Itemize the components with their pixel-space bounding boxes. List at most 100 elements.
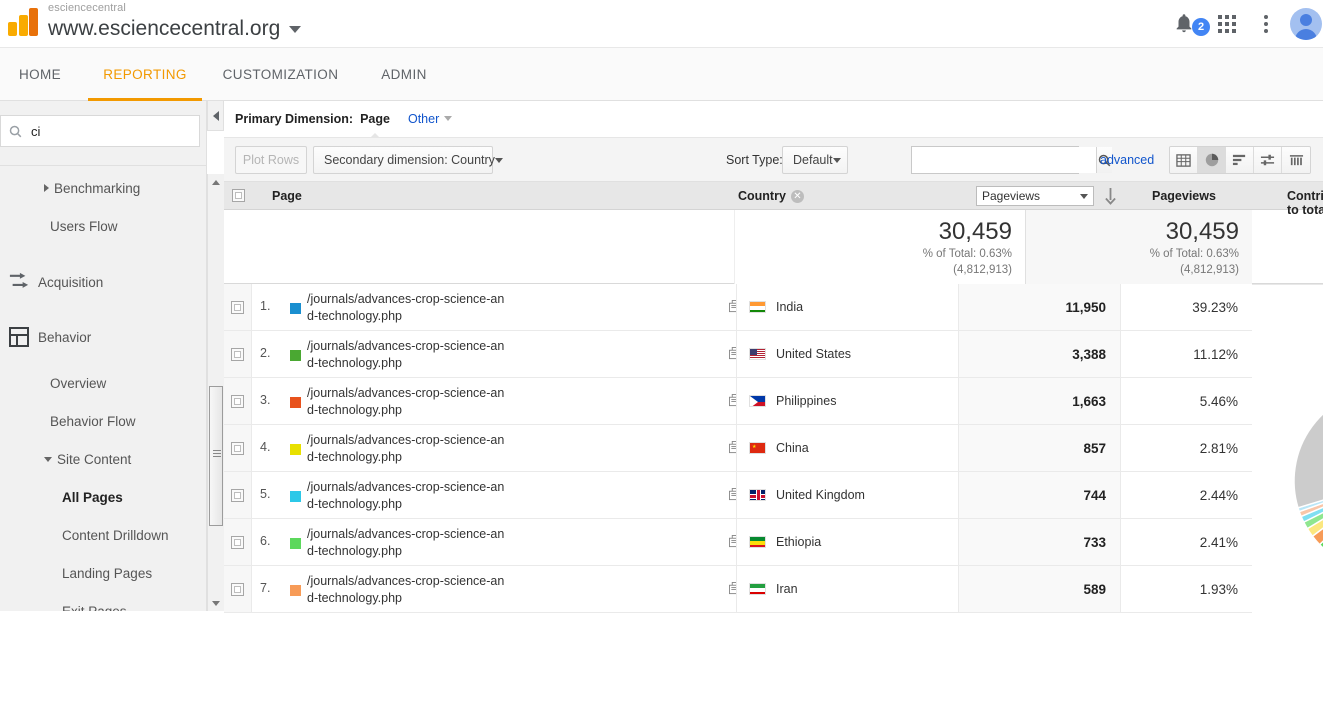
chevron-down-icon — [212, 600, 220, 606]
column-header-country[interactable]: Country — [738, 189, 786, 203]
row-color-swatch — [290, 397, 301, 408]
table-row[interactable]: 6. /journals/advances-crop-science-and-t… — [224, 519, 1323, 566]
tab-customization[interactable]: CUSTOMIZATION — [210, 48, 351, 101]
scrollbar-down-button[interactable] — [208, 595, 224, 611]
sidebar-item-landing-pages[interactable]: Landing Pages — [0, 554, 199, 592]
row-country-cell: United States — [736, 331, 958, 377]
row-pageviews: 857 — [958, 425, 1120, 471]
account-name: esciencecentral — [48, 2, 126, 14]
pie-chart[interactable]: 39.2%11.1%30% — [1286, 381, 1323, 581]
row-page-link[interactable]: /journals/advances-crop-science-and-tech… — [307, 385, 507, 419]
row-checkbox[interactable] — [224, 284, 252, 330]
row-checkbox[interactable] — [224, 519, 252, 565]
sidebar-item-benchmarking[interactable]: Benchmarking — [0, 169, 199, 207]
sidebar-item-benchmarking-label: Benchmarking — [54, 180, 141, 196]
table-view-button[interactable] — [1170, 147, 1198, 173]
main-content: Primary Dimension: Page Other Plot Rows … — [224, 101, 1323, 712]
chevron-right-icon[interactable] — [44, 184, 49, 192]
sidebar-search[interactable] — [0, 115, 200, 147]
sidebar-item-content-drilldown[interactable]: Content Drilldown — [0, 516, 199, 554]
column-header-page[interactable]: Page — [272, 189, 302, 203]
table-search[interactable] — [911, 146, 1112, 174]
row-page-link[interactable]: /journals/advances-crop-science-and-tech… — [307, 573, 507, 607]
row-pageviews: 3,388 — [958, 331, 1120, 377]
sort-type-value: Default — [793, 153, 833, 167]
row-page-link[interactable]: /journals/advances-crop-science-and-tech… — [307, 338, 507, 372]
pie-slice[interactable] — [1293, 389, 1323, 509]
tab-admin[interactable]: ADMIN — [362, 48, 446, 101]
column-header-pageviews[interactable]: Pageviews — [1152, 189, 1216, 203]
table-row[interactable]: 1. /journals/advances-crop-science-and-t… — [224, 284, 1323, 331]
sidebar-item-site-content[interactable]: Site Content — [0, 440, 199, 478]
pie-chart-view-button[interactable] — [1198, 147, 1226, 173]
primary-dimension-other-label: Other — [407, 112, 440, 126]
sidebar-item-behavior-flow[interactable]: Behavior Flow — [0, 402, 199, 440]
sidebar-item-exit-pages[interactable]: Exit Pages — [0, 592, 199, 612]
select-all-checkbox[interactable] — [232, 189, 245, 205]
row-page-link[interactable]: /journals/advances-crop-science-and-tech… — [307, 291, 507, 325]
table-row[interactable]: 4. /journals/advances-crop-science-and-t… — [224, 425, 1323, 472]
row-index: 4. — [260, 440, 271, 454]
tab-home[interactable]: HOME — [0, 48, 80, 101]
row-page-link[interactable]: /journals/advances-crop-science-and-tech… — [307, 526, 507, 560]
user-account-button[interactable] — [1288, 0, 1323, 48]
row-index: 6. — [260, 534, 271, 548]
sidebar-search-input[interactable] — [29, 117, 179, 145]
table-search-input[interactable] — [912, 147, 1096, 173]
plot-rows-button[interactable]: Plot Rows — [235, 146, 307, 174]
row-checkbox[interactable] — [224, 378, 252, 424]
row-contribution: 11.12% — [1120, 331, 1252, 377]
comparison-view-button[interactable] — [1254, 147, 1282, 173]
sidebar-item-overview-label: Overview — [50, 375, 107, 391]
row-page-link[interactable]: /journals/advances-crop-science-and-tech… — [307, 479, 507, 513]
table-row[interactable]: 7. /journals/advances-crop-science-and-t… — [224, 566, 1323, 613]
row-checkbox[interactable] — [224, 425, 252, 471]
sidebar-item-users-flow[interactable]: Users Flow — [0, 207, 199, 245]
row-contribution: 5.46% — [1120, 378, 1252, 424]
row-checkbox[interactable] — [224, 472, 252, 518]
collapse-sidebar-button[interactable] — [207, 101, 224, 131]
property-name: www.esciencecentral.org — [48, 17, 281, 40]
remove-dimension-icon[interactable]: ✕ — [791, 190, 804, 203]
advanced-filter-link[interactable]: advanced — [1100, 153, 1154, 167]
summary-contribution-sitetotal: (4,812,913) — [1180, 264, 1239, 276]
chevron-down-icon[interactable] — [44, 456, 52, 462]
sidebar-item-users-flow-label: Users Flow — [50, 218, 118, 234]
table-row[interactable]: 3. /journals/advances-crop-science-and-t… — [224, 378, 1323, 425]
sort-type-label: Sort Type: — [726, 153, 783, 167]
sidebar-item-overview[interactable]: Overview — [0, 364, 199, 402]
google-analytics-logo-icon[interactable] — [8, 8, 40, 38]
row-page-link[interactable]: /journals/advances-crop-science-and-tech… — [307, 432, 507, 466]
tab-reporting[interactable]: REPORTING — [88, 48, 202, 101]
sort-type-button[interactable]: Default — [782, 146, 848, 174]
metric-select-value: Pageviews — [982, 189, 1041, 203]
row-checkbox[interactable] — [224, 331, 252, 377]
table-row[interactable]: 2. /journals/advances-crop-science-and-t… — [224, 331, 1323, 378]
left-sidebar: Benchmarking Users Flow Acquisition — [0, 101, 207, 611]
pivot-view-button[interactable] — [1282, 147, 1310, 173]
row-pageviews: 733 — [958, 519, 1120, 565]
table-row[interactable]: 5. /journals/advances-crop-science-and-t… — [224, 472, 1323, 519]
table-header-row: Page Country ✕ Pageviews Pageviews Contr… — [224, 182, 1323, 217]
apps-grid-icon — [1218, 15, 1236, 33]
sidebar-scrollbar[interactable] — [207, 174, 224, 611]
sort-descending-icon[interactable] — [1103, 187, 1118, 208]
primary-dimension-other[interactable]: Other — [407, 112, 453, 126]
scrollbar-up-button[interactable] — [208, 174, 224, 190]
sidebar-item-acquisition[interactable]: Acquisition — [0, 259, 199, 305]
sidebar-nav-list: Benchmarking Users Flow Acquisition Beha… — [0, 169, 199, 611]
chevron-down-icon[interactable] — [289, 25, 302, 33]
property-selector[interactable]: esciencecentral www.esciencecentral.org — [48, 2, 302, 42]
chevron-down-icon — [1080, 193, 1088, 199]
notifications-button[interactable]: 2 — [1166, 0, 1210, 48]
primary-dimension-page-tab[interactable]: Page — [360, 112, 390, 139]
performance-view-button[interactable] — [1226, 147, 1254, 173]
apps-button[interactable] — [1209, 0, 1245, 48]
sidebar-item-behavior[interactable]: Behavior — [0, 314, 199, 360]
more-options-button[interactable] — [1252, 0, 1280, 48]
secondary-dimension-button[interactable]: Secondary dimension: Country — [313, 146, 503, 174]
row-checkbox[interactable] — [224, 566, 252, 612]
metric-select[interactable]: Pageviews — [976, 186, 1094, 206]
scrollbar-thumb[interactable] — [209, 386, 223, 526]
sidebar-item-all-pages[interactable]: All Pages — [0, 478, 199, 516]
